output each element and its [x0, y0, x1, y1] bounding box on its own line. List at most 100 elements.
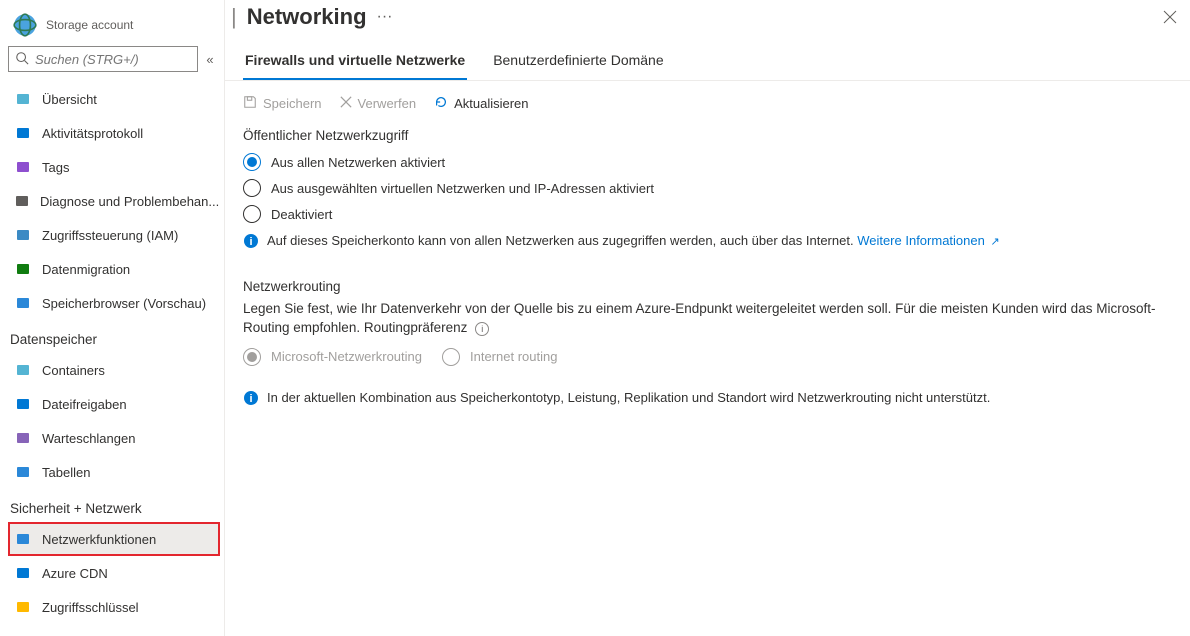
sidebar-item-label: Zugriffssteuerung (IAM): [42, 228, 178, 243]
main-header: | Networking ···: [225, 0, 1190, 38]
radio-label: Aus ausgewählten virtuellen Netzwerken u…: [271, 181, 654, 196]
sidebar-item-label: Warteschlangen: [42, 431, 135, 446]
refresh-label: Aktualisieren: [454, 96, 528, 111]
toolbar: Speichern Verwerfen Aktualisieren: [225, 81, 1190, 126]
access-info: i Auf dieses Speicherkonto kann von alle…: [243, 227, 1168, 257]
cdn-icon: [14, 564, 32, 582]
routing-radio-ms: Microsoft-Netzwerkrouting: [243, 344, 422, 370]
radio-label: Internet routing: [470, 349, 557, 364]
radio-circle-icon: [442, 348, 460, 366]
search-row: «: [8, 46, 224, 72]
activity-icon: [14, 124, 32, 142]
help-icon[interactable]: i: [475, 322, 489, 336]
sidebar-item-fileshares[interactable]: Dateifreigaben: [8, 387, 220, 421]
save-button[interactable]: Speichern: [243, 95, 322, 112]
sidebar-item-iam[interactable]: Zugriffssteuerung (IAM): [8, 218, 220, 252]
iam-icon: [14, 226, 32, 244]
more-actions-icon[interactable]: ···: [377, 8, 393, 26]
routing-section: Netzwerkrouting Legen Sie fest, wie Ihr …: [243, 279, 1168, 414]
sidebar-item-label: Azure CDN: [42, 566, 108, 581]
routing-warning: i In der aktuellen Kombination aus Speic…: [243, 384, 1168, 414]
sidebar: Storage account « Übersicht Aktivitätspro…: [0, 0, 225, 636]
sidebar-item-label: Tabellen: [42, 465, 90, 480]
sidebar-item-tables[interactable]: Tabellen: [8, 455, 220, 489]
radio-circle-icon: [243, 348, 261, 366]
search-box[interactable]: [8, 46, 198, 72]
routing-pref-label: Routingpräferenz: [364, 320, 468, 335]
sidebar-item-label: Containers: [42, 363, 105, 378]
sidebar-item-label: Zugriffsschlüssel: [42, 600, 139, 615]
info-icon: i: [243, 233, 259, 249]
routing-heading: Netzwerkrouting: [243, 279, 1168, 294]
access-info-link-label: Weitere Informationen: [857, 233, 985, 248]
sidebar-item-containers[interactable]: Containers: [8, 353, 220, 387]
refresh-button[interactable]: Aktualisieren: [434, 95, 528, 112]
sidebar-group-header: Datenspeicher: [8, 324, 220, 353]
save-icon: [243, 95, 257, 112]
sidebar-header: Storage account: [8, 8, 224, 46]
radio-disabled[interactable]: Deaktiviert: [243, 201, 1168, 227]
fileshares-icon: [14, 395, 32, 413]
radio-circle-icon: [243, 205, 261, 223]
save-label: Speichern: [263, 96, 322, 111]
radio-circle-icon: [243, 179, 261, 197]
sidebar-item-queues[interactable]: Warteschlangen: [8, 421, 220, 455]
content: Öffentlicher Netzwerkzugriff Aus allen N…: [225, 126, 1190, 414]
sidebar-item-overview[interactable]: Übersicht: [8, 82, 220, 116]
discard-label: Verwerfen: [358, 96, 417, 111]
sidebar-item-migration[interactable]: Datenmigration: [8, 252, 220, 286]
keys-icon: [14, 598, 32, 616]
search-icon: [15, 51, 29, 68]
sidebar-item-networking[interactable]: Netzwerkfunktionen: [8, 522, 220, 556]
browser-icon: [14, 294, 32, 312]
sidebar-item-diagnose[interactable]: Diagnose und Problembehan...: [8, 184, 220, 218]
sidebar-item-cdn[interactable]: Azure CDN: [8, 556, 220, 590]
svg-text:i: i: [249, 236, 252, 248]
discard-icon: [340, 96, 352, 111]
tags-icon: [14, 158, 32, 176]
discard-button[interactable]: Verwerfen: [340, 95, 417, 112]
radio-label: Microsoft-Netzwerkrouting: [271, 349, 422, 364]
sidebar-item-tags[interactable]: Tags: [8, 150, 220, 184]
radio-all[interactable]: Aus allen Netzwerken aktiviert: [243, 149, 1168, 175]
tables-icon: [14, 463, 32, 481]
external-link-icon: ↗: [990, 236, 999, 248]
collapse-sidebar-icon[interactable]: «: [202, 52, 218, 67]
tab-firewalls[interactable]: Firewalls und virtuelle Netzwerke: [243, 42, 467, 80]
access-info-body: Auf dieses Speicherkonto kann von allen …: [267, 233, 857, 248]
sidebar-subtitle: Storage account: [46, 18, 133, 32]
access-info-text: Auf dieses Speicherkonto kann von allen …: [267, 233, 1000, 248]
sidebar-item-label: Dateifreigaben: [42, 397, 127, 412]
radio-select[interactable]: Aus ausgewählten virtuellen Netzwerken u…: [243, 175, 1168, 201]
tab-domain[interactable]: Benutzerdefinierte Domäne: [491, 42, 665, 80]
sidebar-item-label: Datenmigration: [42, 262, 130, 277]
sidebar-item-label: Aktivitätsprotokoll: [42, 126, 143, 141]
containers-icon: [14, 361, 32, 379]
sidebar-item-label: Übersicht: [42, 92, 97, 107]
search-input[interactable]: [35, 52, 191, 67]
radio-circle-icon: [243, 153, 261, 171]
migration-icon: [14, 260, 32, 278]
sidebar-item-activity[interactable]: Aktivitätsprotokoll: [8, 116, 220, 150]
routing-radio-net: Internet routing: [442, 344, 557, 370]
page-title: Networking: [247, 4, 367, 30]
sidebar-item-label: Netzwerkfunktionen: [42, 532, 156, 547]
public-access-heading: Öffentlicher Netzwerkzugriff: [243, 128, 1168, 143]
main: | Networking ··· Firewalls und virtuelle…: [225, 0, 1190, 636]
access-info-link[interactable]: Weitere Informationen ↗: [857, 233, 1000, 248]
routing-description: Legen Sie fest, wie Ihr Datenverkehr von…: [243, 300, 1168, 338]
overview-icon: [14, 90, 32, 108]
networking-icon: [14, 530, 32, 548]
sidebar-item-label: Speicherbrowser (Vorschau): [42, 296, 206, 311]
sidebar-item-keys[interactable]: Zugriffsschlüssel: [8, 590, 220, 624]
sidebar-item-label: Tags: [42, 160, 69, 175]
sidebar-item-label: Diagnose und Problembehan...: [40, 194, 219, 209]
title-separator: |: [231, 4, 237, 30]
refresh-icon: [434, 95, 448, 112]
routing-warning-text: In der aktuellen Kombination aus Speiche…: [267, 390, 990, 405]
storage-account-icon: [12, 12, 38, 38]
sidebar-group-header: Sicherheit + Netzwerk: [8, 493, 220, 522]
close-icon[interactable]: [1160, 7, 1180, 27]
sidebar-item-browser[interactable]: Speicherbrowser (Vorschau): [8, 286, 220, 320]
radio-label: Deaktiviert: [271, 207, 332, 222]
